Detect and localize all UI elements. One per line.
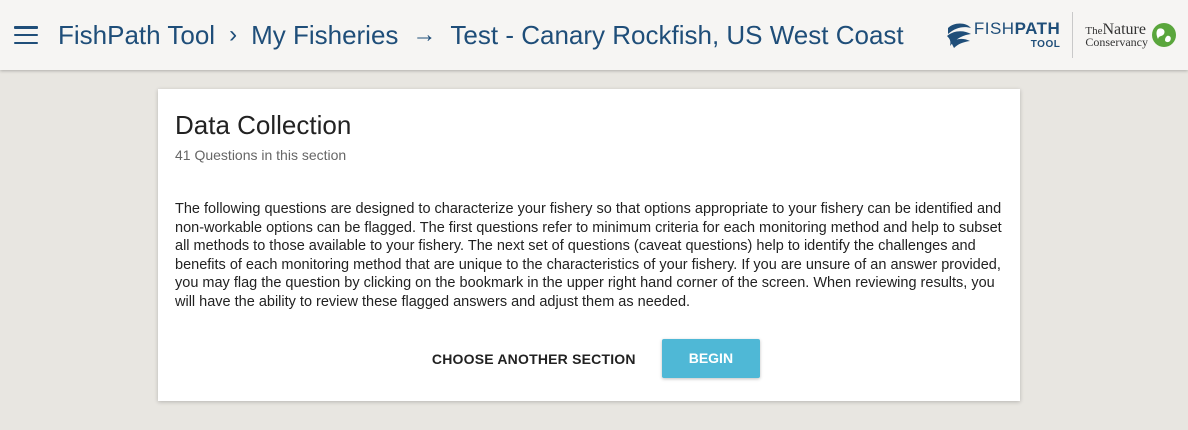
- top-app-bar: FishPath Tool › My Fisheries → Test - Ca…: [0, 0, 1188, 70]
- fishpath-logo-word-light: FISH: [973, 19, 1015, 38]
- section-description: The following questions are designed to …: [175, 201, 1002, 310]
- fishpath-logo-word-bold: PATH: [1014, 19, 1061, 38]
- hamburger-menu-icon[interactable]: [14, 26, 38, 44]
- section-question-count: 41 Questions in this section: [175, 147, 347, 163]
- section-title: Data Collection: [175, 110, 352, 140]
- nature-conservancy-logo: TheNature Conservancy: [1073, 21, 1178, 49]
- section-intro-card: Data Collection 41 Questions in this sec…: [158, 89, 1020, 401]
- globe-leaf-icon: [1152, 23, 1176, 47]
- breadcrumb-current-fishery: Test - Canary Rockfish, US West Coast: [450, 19, 904, 50]
- logo-group: FISHPATH TOOL TheNature Conservancy: [944, 12, 1178, 58]
- breadcrumb-my-fisheries[interactable]: My Fisheries: [251, 20, 398, 51]
- fish-icon: [946, 23, 971, 48]
- fishpath-logo: FISHPATH TOOL: [944, 12, 1074, 58]
- card-actions: CHOOSE ANOTHER SECTION BEGIN: [158, 339, 1020, 378]
- fishpath-logo-sub: TOOL: [1030, 39, 1061, 50]
- breadcrumb: FishPath Tool › My Fisheries → Test - Ca…: [58, 20, 904, 51]
- choose-another-section-button[interactable]: CHOOSE ANOTHER SECTION: [418, 340, 650, 378]
- tnc-logo-conservancy: Conservancy: [1085, 34, 1148, 49]
- begin-button[interactable]: BEGIN: [661, 339, 761, 378]
- breadcrumb-fishpath-tool[interactable]: FishPath Tool: [58, 20, 215, 51]
- chevron-right-icon: ›: [229, 21, 238, 48]
- arrow-right-icon: →: [412, 21, 437, 48]
